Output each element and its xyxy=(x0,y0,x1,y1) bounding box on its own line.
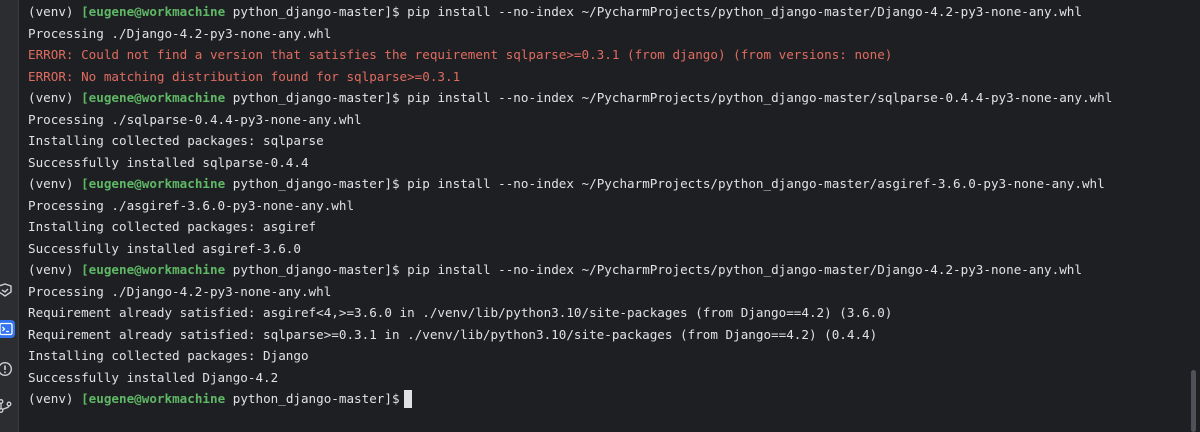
output-line: Installing collected packages: sqlparse xyxy=(28,133,324,148)
command-text: pip install --no-index ~/PycharmProjects… xyxy=(399,4,1082,19)
venv-label: (venv) xyxy=(28,176,74,191)
terminal-output[interactable]: (venv) [eugene@workmachine python_django… xyxy=(28,0,1186,432)
output-line: Installing collected packages: asgiref xyxy=(28,219,317,234)
output-line: Successfully installed sqlparse-0.4.4 xyxy=(28,154,309,170)
prompt-user: [eugene@workmachine xyxy=(81,262,226,277)
command-line: (venv) [eugene@workmachine python_django… xyxy=(28,3,1082,21)
prompt-directory: python_django-master] xyxy=(225,391,392,406)
git-icon[interactable] xyxy=(0,398,13,414)
output-line: Successfully installed asgiref-3.6.0 xyxy=(28,240,301,256)
tool-window-sidebar xyxy=(0,0,19,432)
output-line: Processing ./asgiref-3.6.0-py3-none-any.… xyxy=(28,197,355,213)
output-line: Requirement already satisfied: asgiref<4… xyxy=(28,305,893,320)
problems-icon[interactable] xyxy=(0,361,13,377)
ide-terminal-window: (venv) [eugene@workmachine python_django… xyxy=(0,0,1200,432)
prompt-directory: python_django-master] xyxy=(225,90,392,105)
output-line: Requirement already satisfied: sqlparse>… xyxy=(28,326,878,342)
command-text: pip install --no-index ~/PycharmProjects… xyxy=(399,176,1105,191)
output-line: Successfully installed Django-4.2 xyxy=(28,369,279,385)
command-line: (venv) [eugene@workmachine python_django… xyxy=(28,390,412,408)
command-text: pip install --no-index ~/PycharmProjects… xyxy=(399,90,1113,105)
prompt-user: [eugene@workmachine xyxy=(81,90,226,105)
venv-label: (venv) xyxy=(28,90,74,105)
prompt-symbol: $ xyxy=(391,391,400,406)
command-line: (venv) [eugene@workmachine python_django… xyxy=(28,89,1112,107)
prompt-user: [eugene@workmachine xyxy=(81,391,226,406)
venv-label: (venv) xyxy=(28,4,74,19)
error-line: ERROR: No matching distribution found fo… xyxy=(28,68,461,84)
prompt-directory: python_django-master] xyxy=(225,262,392,277)
terminal-scrollbar[interactable] xyxy=(1191,370,1196,432)
error-line: ERROR: Could not find a version that sat… xyxy=(28,47,893,62)
prompt-directory: python_django-master] xyxy=(225,4,392,19)
services-icon[interactable] xyxy=(0,283,13,299)
command-text: pip install --no-index ~/PycharmProjects… xyxy=(399,262,1082,277)
prompt-user: [eugene@workmachine xyxy=(81,4,226,19)
output-line: Installing collected packages: Django xyxy=(28,348,309,363)
prompt-symbol: $ xyxy=(391,176,400,191)
terminal-icon[interactable] xyxy=(0,320,15,338)
command-line: (venv) [eugene@workmachine python_django… xyxy=(28,175,1105,193)
prompt-symbol: $ xyxy=(391,90,400,105)
output-line: Processing ./Django-4.2-py3-none-any.whl xyxy=(28,25,332,41)
venv-label: (venv) xyxy=(28,391,74,406)
text-cursor xyxy=(403,390,412,408)
prompt-symbol: $ xyxy=(391,4,400,19)
output-line: Processing ./sqlparse-0.4.4-py3-none-any… xyxy=(28,111,362,127)
prompt-directory: python_django-master] xyxy=(225,176,392,191)
prompt-symbol: $ xyxy=(391,262,400,277)
output-line: Processing ./Django-4.2-py3-none-any.whl xyxy=(28,283,332,299)
prompt-user: [eugene@workmachine xyxy=(81,176,226,191)
command-line: (venv) [eugene@workmachine python_django… xyxy=(28,261,1082,279)
venv-label: (venv) xyxy=(28,262,74,277)
